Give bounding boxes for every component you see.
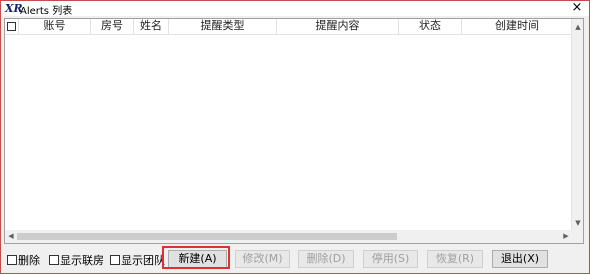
show-linked-rooms-checkbox[interactable]: 显示联房: [49, 252, 104, 268]
show-linked-rooms-label: 显示联房: [60, 254, 104, 267]
column-header-name[interactable]: 姓名: [134, 19, 169, 34]
column-header-account[interactable]: 账号: [19, 19, 91, 34]
restore-button[interactable]: 恢复(R): [427, 250, 483, 268]
new-button-highlight: [162, 246, 230, 269]
table-header: 账号 房号 姓名 提醒类型 提醒内容 状态 创建时间: [5, 19, 572, 35]
footer-toolbar: 删除 显示联房 显示团队 新建(A) 修改(M) 删除(D) 停用(S) 恢复(…: [1, 249, 589, 269]
alerts-window: XR Alerts 列表 × 账号 房号 姓名 提醒类型 提醒内容 状态 创建时…: [0, 0, 590, 274]
scrollbar-corner: [571, 230, 583, 243]
show-linked-rooms-box[interactable]: [49, 255, 59, 265]
show-deleted-box[interactable]: [7, 255, 17, 265]
select-all-checkbox[interactable]: [7, 21, 16, 31]
title-bar[interactable]: XR Alerts 列表 ×: [1, 0, 589, 17]
column-header-alert-type[interactable]: 提醒类型: [169, 19, 277, 34]
column-header-room[interactable]: 房号: [91, 19, 134, 34]
show-deleted-label: 删除: [18, 254, 40, 267]
vertical-scrollbar[interactable]: ▲ ▼: [571, 19, 583, 230]
show-group-label: 显示团队: [121, 254, 165, 267]
edit-button[interactable]: 修改(M): [235, 250, 290, 268]
scroll-left-icon[interactable]: ◀: [5, 230, 17, 242]
column-header-created-time[interactable]: 创建时间: [462, 19, 572, 34]
horizontal-scrollbar[interactable]: ◀ ▶: [5, 230, 572, 243]
show-group-checkbox[interactable]: 显示团队: [110, 252, 165, 268]
alerts-table: 账号 房号 姓名 提醒类型 提醒内容 状态 创建时间 ▲ ▼ ◀ ▶: [4, 18, 584, 244]
column-header-alert-content[interactable]: 提醒内容: [277, 19, 399, 34]
horizontal-scroll-thumb[interactable]: [17, 233, 397, 240]
delete-button[interactable]: 删除(D): [298, 250, 354, 268]
scroll-up-icon[interactable]: ▲: [572, 21, 584, 33]
scroll-down-icon[interactable]: ▼: [572, 217, 584, 229]
select-all-checkbox-cell[interactable]: [5, 19, 19, 34]
show-group-box[interactable]: [110, 255, 120, 265]
exit-button[interactable]: 退出(X): [492, 250, 548, 268]
window-title: Alerts 列表: [20, 6, 73, 17]
disable-button[interactable]: 停用(S): [363, 250, 418, 268]
column-header-status[interactable]: 状态: [399, 19, 462, 34]
close-icon[interactable]: ×: [570, 0, 584, 15]
show-deleted-checkbox[interactable]: 删除: [7, 252, 40, 268]
